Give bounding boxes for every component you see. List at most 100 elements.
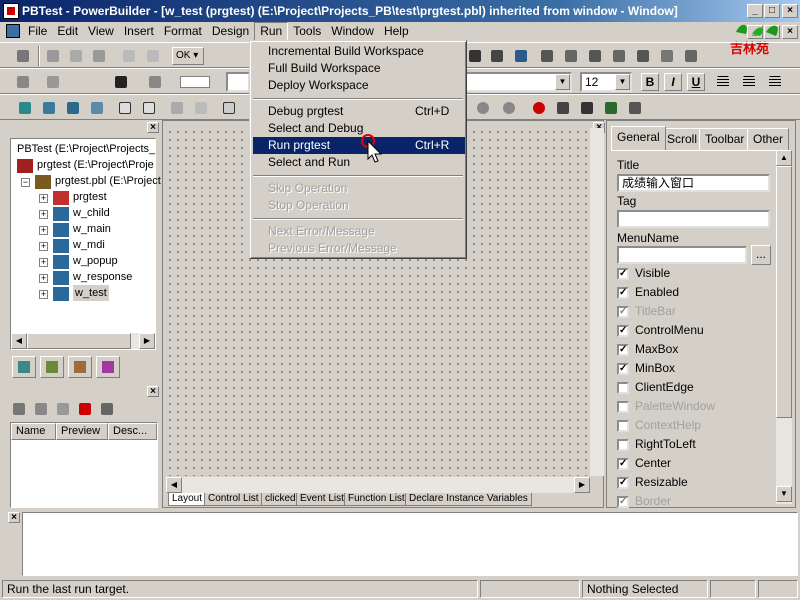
debug-bug-icon[interactable] — [530, 99, 548, 117]
expand-icon[interactable]: + — [39, 274, 48, 283]
column-preview[interactable]: Preview — [56, 423, 108, 440]
tab-toolbar[interactable]: Toolbar — [699, 128, 751, 150]
menu-help[interactable]: Help — [379, 22, 414, 41]
control-icon-h[interactable] — [634, 47, 652, 65]
preview-icon[interactable] — [88, 99, 106, 117]
scroll-down-icon[interactable]: ▼ — [776, 486, 792, 502]
tree-object-w-test[interactable]: w_test — [73, 285, 109, 301]
checkbox-resizable[interactable]: ✓ — [617, 477, 629, 489]
expand-icon[interactable]: + — [39, 258, 48, 267]
menu-insert[interactable]: Insert — [119, 22, 159, 41]
tree-workspace[interactable]: PBTest (E:\Project\Projects_ — [17, 141, 155, 157]
expand-icon[interactable]: + — [39, 194, 48, 203]
control-icon-a[interactable] — [466, 47, 484, 65]
tree-object-prgtest[interactable]: prgtest — [73, 189, 107, 205]
title-field[interactable]: 成绩输入窗口 — [617, 174, 770, 192]
tab-clicked[interactable]: clicked — [261, 493, 300, 506]
checkbox-border[interactable]: ✓ — [617, 496, 629, 508]
column-name[interactable]: Name — [11, 423, 56, 440]
menu-view[interactable]: View — [83, 22, 119, 41]
gear-icon-2[interactable] — [500, 99, 518, 117]
control-icon-f[interactable] — [586, 47, 604, 65]
menu-window[interactable]: Window — [326, 22, 379, 41]
tab-event-list[interactable]: Event List — [296, 493, 348, 506]
menu-item-select-and-run[interactable]: Select and Run — [253, 154, 465, 171]
expand-icon[interactable]: + — [39, 242, 48, 251]
tree-target[interactable]: prgtest (E:\Project\Proje — [37, 157, 154, 173]
inherit-icon[interactable] — [40, 99, 58, 117]
menu-run[interactable]: Run — [254, 22, 289, 41]
line-color-swatch[interactable] — [180, 76, 210, 88]
chevron-down-icon[interactable]: ▼ — [615, 74, 630, 90]
output-close-icon[interactable]: × — [8, 512, 20, 523]
tag-field[interactable] — [617, 210, 770, 228]
maximize-button[interactable]: □ — [764, 4, 780, 18]
properties-view-icon[interactable] — [140, 99, 158, 117]
close-button[interactable]: × — [782, 4, 798, 18]
menu-item-incremental-build[interactable]: Incremental Build Workspace — [253, 43, 465, 60]
control-icon-e[interactable] — [562, 47, 580, 65]
script-icon[interactable] — [220, 99, 238, 117]
exit-icon[interactable] — [602, 99, 620, 117]
tab-other[interactable]: Other — [747, 128, 790, 150]
italic-button[interactable]: I — [664, 73, 682, 91]
expand-icon[interactable]: + — [39, 226, 48, 235]
tab-layout[interactable]: Layout — [168, 493, 207, 506]
object-list[interactable]: Name Preview Desc... — [10, 422, 158, 508]
tab-scroll[interactable]: Scroll — [661, 128, 704, 150]
align-icon[interactable] — [44, 73, 62, 91]
control-icon-c[interactable] — [512, 47, 530, 65]
tree-panel-close-icon[interactable]: × — [147, 122, 159, 133]
open-icon[interactable] — [64, 99, 82, 117]
tree-object-w-main[interactable]: w_main — [73, 221, 111, 237]
tree-tab-object-icon[interactable] — [68, 356, 92, 378]
menu-file[interactable]: File — [23, 22, 52, 41]
checkbox-palettewindow[interactable] — [617, 401, 629, 413]
checkbox-contexthelp[interactable] — [617, 420, 629, 432]
expand-icon[interactable]: + — [39, 210, 48, 219]
runner-icon[interactable] — [578, 99, 596, 117]
control-icon-b[interactable] — [488, 47, 506, 65]
cut-icon[interactable] — [44, 47, 62, 65]
tab-control-list[interactable]: Control List — [204, 493, 263, 506]
paste-icon[interactable] — [90, 47, 108, 65]
tree-tab-library-icon[interactable] — [40, 356, 64, 378]
tab-declare-instance-variables[interactable]: Declare Instance Variables — [405, 493, 532, 506]
properties-vertical-scrollbar[interactable]: ▲ ▼ — [776, 150, 792, 504]
scroll-thumb[interactable] — [776, 166, 792, 418]
tree-object-w-response[interactable]: w_response — [73, 269, 132, 285]
close-painter-icon[interactable] — [626, 99, 644, 117]
chevron-down-icon[interactable]: ▼ — [555, 74, 570, 90]
copy-icon[interactable] — [67, 47, 85, 65]
menu-item-run[interactable]: Run prgtest Ctrl+R — [253, 137, 465, 154]
list-panel-close-icon[interactable]: × — [147, 386, 159, 397]
menu-design[interactable]: Design — [207, 22, 254, 41]
font-size-combo[interactable]: 12 ▼ — [580, 72, 632, 92]
mdi-window-icon[interactable] — [6, 24, 20, 38]
scroll-up-icon[interactable]: ▲ — [776, 150, 792, 166]
checkbox-minbox[interactable]: ✓ — [617, 363, 629, 375]
checkbox-righttoleft[interactable] — [617, 439, 629, 451]
checkbox-controlmenu[interactable]: ✓ — [617, 325, 629, 337]
checkbox-clientedge[interactable] — [617, 382, 629, 394]
list-icon-c[interactable] — [54, 400, 72, 418]
minimize-button[interactable]: _ — [747, 4, 763, 18]
menuname-field[interactable] — [617, 246, 747, 264]
system-tree[interactable]: PBTest (E:\Project\Projects_ prgtest (E:… — [10, 138, 161, 350]
tab-general[interactable]: General — [611, 126, 666, 150]
menu-item-previous-error[interactable]: Previous Error/Message — [253, 240, 465, 257]
align-left-icon[interactable] — [714, 73, 732, 91]
layout-horizontal-scrollbar[interactable]: ◀ ▶ — [166, 477, 590, 493]
tree-tab-browser-icon[interactable] — [96, 356, 120, 378]
column-description[interactable]: Desc... — [108, 423, 157, 440]
scroll-left-icon[interactable]: ◀ — [11, 333, 27, 349]
menu-format[interactable]: Format — [159, 22, 207, 41]
gear-icon[interactable] — [474, 99, 492, 117]
text-color-icon[interactable] — [112, 73, 130, 91]
scroll-right-icon[interactable]: ▶ — [574, 477, 590, 493]
scroll-right-icon[interactable]: ▶ — [139, 333, 155, 349]
run-icon[interactable] — [554, 99, 572, 117]
menu-item-stop-operation[interactable]: Stop Operation — [253, 197, 465, 214]
control-icon-j[interactable] — [682, 47, 700, 65]
save-icon[interactable] — [14, 47, 32, 65]
